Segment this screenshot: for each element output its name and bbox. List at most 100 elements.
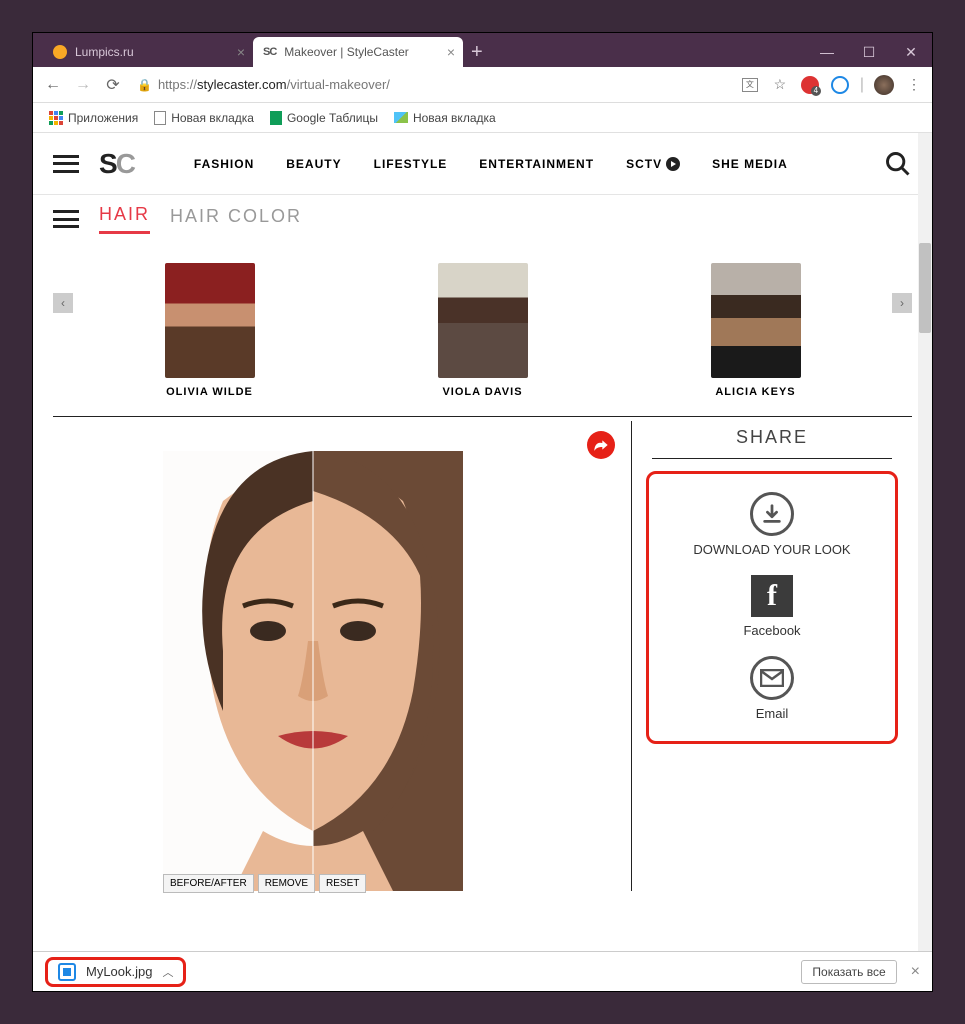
celebrity-photo [438,263,528,378]
celebrity-card[interactable]: ALICIA KEYS [711,263,801,398]
facebook-label: Facebook [657,623,887,638]
remove-button[interactable]: REMOVE [258,874,315,893]
url-path: /virtual-makeover/ [287,77,390,92]
tab-hair[interactable]: HAIR [99,204,150,234]
titlebar: Lumpics.ru × SC Makeover | StyleCaster ×… [33,33,932,67]
tab-title: Makeover | StyleCaster [284,45,409,59]
close-icon[interactable]: × [447,44,455,60]
lock-icon: 🔒 [137,78,152,92]
search-icon[interactable] [884,150,912,178]
divider [53,416,912,417]
reload-button[interactable]: ⟳ [101,73,125,97]
close-icon[interactable]: × [237,44,245,60]
download-filename: MyLook.jpg [86,964,152,979]
nav-fashion[interactable]: FASHION [194,157,254,171]
url-scheme: https:// [158,77,197,92]
tab-stylecaster[interactable]: SC Makeover | StyleCaster × [253,37,463,67]
chevron-up-icon[interactable]: ︿ [162,964,173,980]
apps-label: Приложения [68,111,138,125]
downloads-bar: MyLook.jpg ︿ Показать все × [33,951,932,991]
carousel-prev-button[interactable]: ‹ [53,293,73,313]
scrollbar-thumb[interactable] [919,243,931,333]
celebrity-name: OLIVIA WILDE [165,386,255,398]
facebook-icon: f [751,575,793,617]
celebrity-gallery: ‹ OLIVIA WILDE VIOLA DAVIS ALICIA KEYS › [33,243,932,412]
download-chip[interactable]: MyLook.jpg ︿ [45,957,186,987]
favicon-stylecaster: SC [263,46,276,58]
menu-icon[interactable] [53,210,79,228]
extension-icon[interactable] [800,75,820,95]
sheets-icon [270,111,282,125]
celebrity-card[interactable]: OLIVIA WILDE [165,263,255,398]
page-content: SC FASHION BEAUTY LIFESTYLE ENTERTAINMEN… [33,133,932,951]
tab-lumpics[interactable]: Lumpics.ru × [43,37,253,67]
back-button[interactable]: ← [41,73,65,97]
bookmark-item[interactable]: Новая вкладка [388,109,502,127]
before-after-button[interactable]: BEFORE/AFTER [163,874,254,893]
reset-button[interactable]: RESET [319,874,366,893]
carousel-next-button[interactable]: › [892,293,912,313]
nav-lifestyle[interactable]: LIFESTYLE [374,157,448,171]
site-header: SC FASHION BEAUTY LIFESTYLE ENTERTAINMEN… [33,133,932,195]
menu-button[interactable]: ⋮ [904,75,924,95]
address-bar: ← → ⟳ 🔒 https:// stylecaster.com /virtua… [33,67,932,103]
canvas-toolbar: BEFORE/AFTER REMOVE RESET [163,874,366,893]
bookmark-item[interactable]: Новая вкладка [148,109,260,127]
profile-avatar[interactable] [874,75,894,95]
browser-window: Lumpics.ru × SC Makeover | StyleCaster ×… [32,32,933,992]
email-share-button[interactable]: Email [657,656,887,721]
forward-button[interactable]: → [71,73,95,97]
separator: | [860,76,864,94]
divider [652,458,892,459]
url-host: stylecaster.com [197,77,287,92]
close-icon[interactable]: × [911,963,920,981]
file-icon [58,963,76,981]
celebrity-card[interactable]: VIOLA DAVIS [438,263,528,398]
image-icon [394,112,408,123]
facebook-share-button[interactable]: f Facebook [657,575,887,638]
download-label: DOWNLOAD YOUR LOOK [657,542,887,557]
category-tabs: HAIR HAIR COLOR [33,195,932,243]
minimize-button[interactable]: — [806,37,848,67]
window-controls: — ☐ ✕ [806,37,932,67]
bookmark-star-icon[interactable]: ☆ [770,75,790,95]
bookmark-label: Google Таблицы [287,111,378,125]
email-label: Email [657,706,887,721]
bookmark-item[interactable]: Google Таблицы [264,109,384,127]
tab-hair-color[interactable]: HAIR COLOR [170,206,302,233]
play-icon [666,157,680,171]
celebrity-name: ALICIA KEYS [711,386,801,398]
show-all-button[interactable]: Показать все [801,960,896,984]
close-button[interactable]: ✕ [890,37,932,67]
nav-shemedia[interactable]: SHE MEDIA [712,157,788,171]
celebrity-name: VIOLA DAVIS [438,386,528,398]
download-look-button[interactable]: DOWNLOAD YOUR LOOK [657,492,887,557]
share-panel: DOWNLOAD YOUR LOOK f Facebook Email [646,471,898,744]
site-logo[interactable]: SC [99,148,134,180]
nav-sctv[interactable]: SCTV [626,157,680,171]
email-icon [750,656,794,700]
translate-icon[interactable]: 文 [740,75,760,95]
celebrity-photo [165,263,255,378]
apps-shortcut[interactable]: Приложения [43,109,144,127]
tab-strip: Lumpics.ru × SC Makeover | StyleCaster ×… [43,37,483,67]
apps-icon [49,111,63,125]
model-face[interactable] [163,451,463,891]
maximize-button[interactable]: ☐ [848,37,890,67]
nav-entertainment[interactable]: ENTERTAINMENT [479,157,594,171]
bookmark-label: Новая вкладка [413,111,496,125]
menu-icon[interactable] [53,155,79,173]
new-tab-button[interactable]: + [471,41,483,64]
page-icon [154,111,166,125]
share-column: SHARE DOWNLOAD YOUR LOOK f Facebook [632,421,912,891]
download-icon [750,492,794,536]
makeover-canvas: BEFORE/AFTER REMOVE RESET [53,421,632,891]
share-button[interactable] [587,431,615,459]
scrollbar[interactable] [918,133,932,951]
url-field[interactable]: 🔒 https:// stylecaster.com /virtual-make… [131,77,734,92]
toolbar-icons: 文 ☆ | ⋮ [740,75,924,95]
bookmark-label: Новая вкладка [171,111,254,125]
nav-beauty[interactable]: BEAUTY [286,157,341,171]
share-heading: SHARE [632,427,912,454]
globe-icon[interactable] [830,75,850,95]
